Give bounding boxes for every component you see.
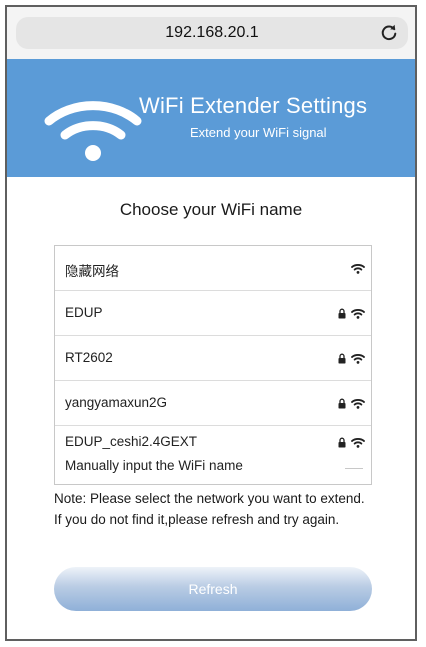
wifi-signal-icon: [351, 264, 365, 274]
network-name: RT2602: [65, 350, 113, 365]
wifi-signal-icon: [351, 354, 365, 364]
app-title: WiFi Extender Settings: [139, 93, 368, 118]
wifi-signal-icon: [351, 438, 365, 448]
page-frame: 192.168.20.1 WiFi Extender Settings Exte…: [5, 5, 417, 641]
network-item[interactable]: RT2602: [55, 336, 371, 381]
network-name: yangyamaxun2G: [65, 395, 168, 410]
network-name: EDUP_ceshi2.4GEXT: [65, 434, 198, 449]
url-text[interactable]: 192.168.20.1: [16, 17, 408, 49]
network-list-box: 隐藏网络 EDUP RT2602 yangyamaxun2G EDUP_cesh…: [54, 245, 372, 485]
network-list[interactable]: 隐藏网络 EDUP RT2602 yangyamaxun2G EDUP_cesh…: [55, 246, 371, 450]
manual-input-item[interactable]: Manually input the WiFi name: [55, 450, 371, 484]
network-item[interactable]: EDUP: [55, 291, 371, 336]
lock-icon: [338, 437, 346, 448]
wifi-signal-icon: [351, 309, 365, 319]
note-text: Note: Please select the network you want…: [54, 491, 365, 527]
manual-input-underline: [345, 468, 363, 469]
wifi-logo-icon: [44, 101, 142, 161]
lock-icon: [338, 308, 346, 319]
lock-icon: [338, 353, 346, 364]
network-item[interactable]: 隐藏网络: [55, 246, 371, 291]
app-subtitle: Extend your WiFi signal: [190, 125, 327, 140]
section-title: Choose your WiFi name: [119, 200, 303, 219]
refresh-button[interactable]: Refresh: [54, 567, 372, 611]
lock-icon: [338, 398, 346, 409]
address-bar[interactable]: 192.168.20.1: [16, 17, 408, 49]
network-item[interactable]: EDUP_ceshi2.4GEXT: [55, 426, 371, 450]
reload-icon[interactable]: [380, 24, 398, 42]
wifi-signal-icon: [351, 399, 365, 409]
browser-toolbar: 192.168.20.1: [7, 7, 415, 59]
network-name: EDUP: [65, 305, 103, 320]
manual-input-label: Manually input the WiFi name: [65, 458, 243, 473]
network-name: 隐藏网络: [65, 264, 119, 279]
network-item[interactable]: yangyamaxun2G: [55, 381, 371, 426]
header-banner: WiFi Extender Settings Extend your WiFi …: [7, 59, 415, 177]
